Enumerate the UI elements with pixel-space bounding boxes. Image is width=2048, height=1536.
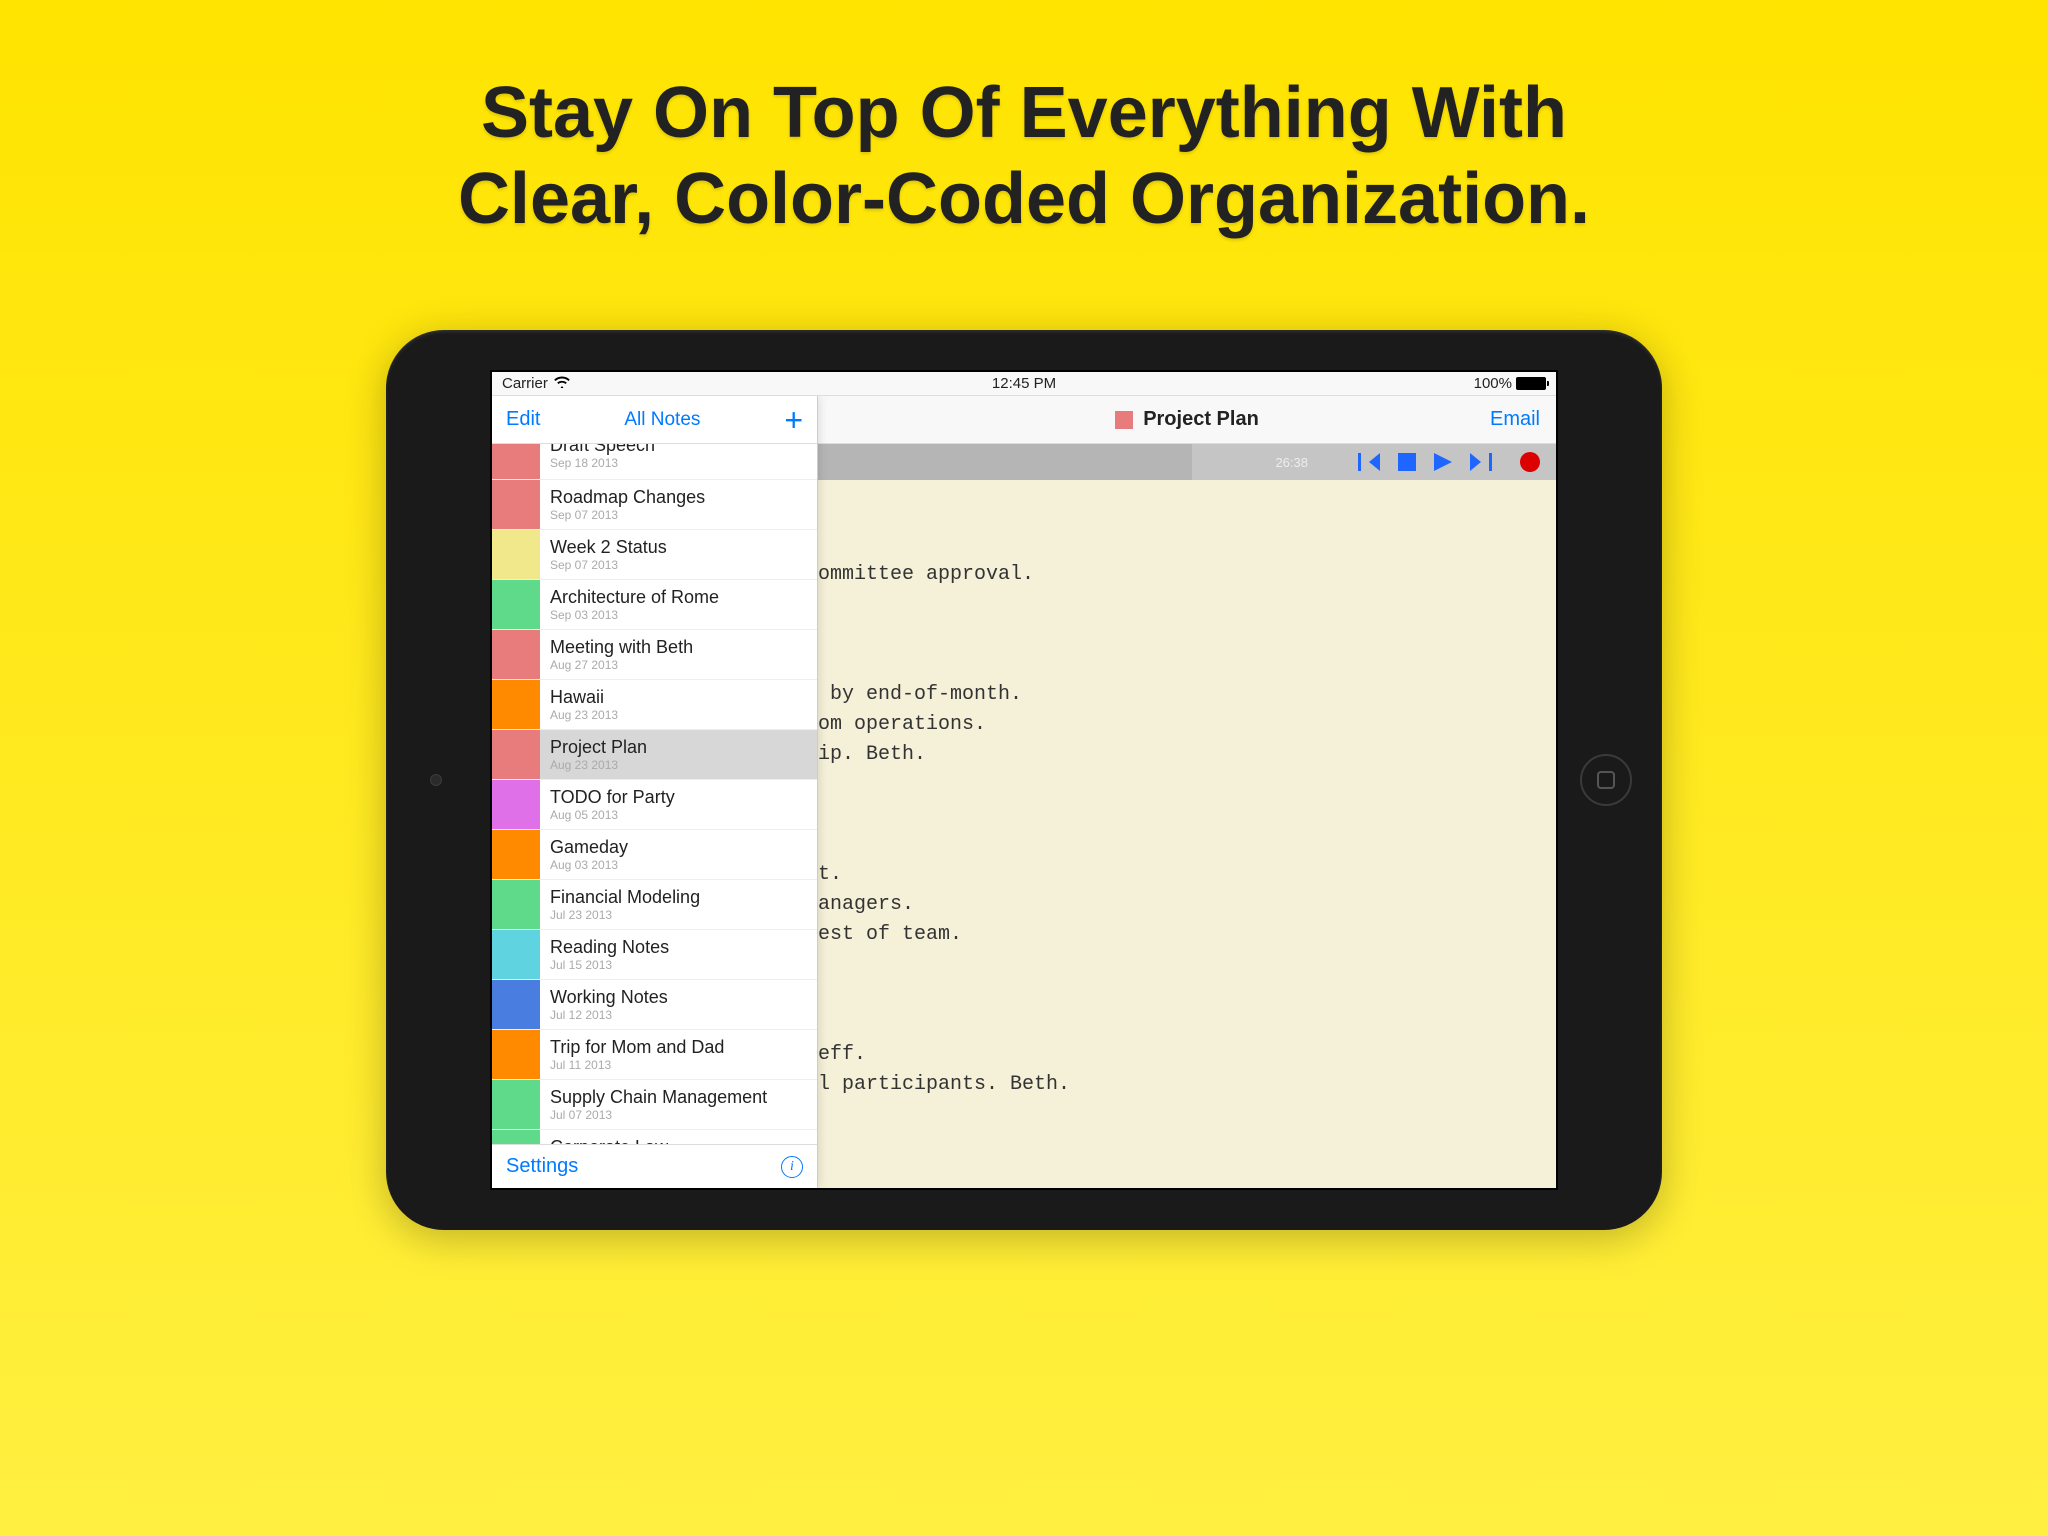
list-item-title: Draft Speech	[550, 444, 655, 456]
color-chip	[492, 630, 540, 679]
note-body[interactable]: ommittee approval. by end-of-month. om o…	[818, 480, 1556, 1188]
list-item-date: Aug 05 2013	[550, 808, 675, 822]
list-item-date: Sep 07 2013	[550, 508, 705, 522]
list-item-date: Jul 07 2013	[550, 1108, 767, 1122]
playback-bar: 26:38	[818, 444, 1556, 480]
list-item-title: Reading Notes	[550, 937, 669, 958]
home-button-icon	[1597, 771, 1615, 789]
list-item[interactable]: Architecture of RomeSep 03 2013	[492, 580, 817, 630]
list-item[interactable]: Project PlanAug 23 2013	[492, 730, 817, 780]
color-chip	[492, 680, 540, 729]
list-item-title: Working Notes	[550, 987, 668, 1008]
email-button[interactable]: Email	[1490, 408, 1540, 431]
content-pane: Project Plan Email 26:38	[818, 396, 1556, 1188]
list-item-title: Gameday	[550, 837, 628, 858]
list-item-date: Aug 27 2013	[550, 658, 693, 672]
list-item[interactable]: Meeting with BethAug 27 2013	[492, 630, 817, 680]
battery-icon	[1516, 377, 1546, 390]
list-item-title: Architecture of Rome	[550, 587, 719, 608]
list-item[interactable]: Financial ModelingJul 23 2013	[492, 880, 817, 930]
list-item-title: Roadmap Changes	[550, 487, 705, 508]
color-chip	[492, 1080, 540, 1129]
list-item[interactable]: GamedayAug 03 2013	[492, 830, 817, 880]
color-chip	[492, 830, 540, 879]
list-item-title: Corporate Law	[550, 1137, 668, 1144]
sidebar-footer: Settings i	[492, 1144, 817, 1188]
list-item[interactable]: Working NotesJul 12 2013	[492, 980, 817, 1030]
color-chip	[492, 444, 540, 479]
list-item-title: Financial Modeling	[550, 887, 700, 908]
status-bar: Carrier 12:45 PM 100%	[492, 372, 1556, 396]
sidebar-header: Edit All Notes +	[492, 396, 817, 444]
list-item[interactable]: Roadmap ChangesSep 07 2013	[492, 480, 817, 530]
sidebar: Edit All Notes + Draft SpeechSep 18 2013…	[492, 396, 818, 1188]
list-item[interactable]: TODO for PartyAug 05 2013	[492, 780, 817, 830]
skip-back-button[interactable]	[1358, 453, 1380, 471]
color-chip	[492, 1030, 540, 1079]
list-item-date: Jul 11 2013	[550, 1058, 724, 1072]
color-chip	[492, 780, 540, 829]
clock: 12:45 PM	[502, 375, 1546, 392]
wifi-icon	[554, 375, 570, 392]
info-icon[interactable]: i	[781, 1156, 803, 1178]
list-item-title: Week 2 Status	[550, 537, 667, 558]
list-item-title: TODO for Party	[550, 787, 675, 808]
list-item-title: Supply Chain Management	[550, 1087, 767, 1108]
list-item-title: Hawaii	[550, 687, 618, 708]
home-button[interactable]	[1580, 754, 1632, 806]
playback-progress[interactable]	[818, 444, 1316, 480]
color-chip	[492, 1130, 540, 1144]
color-chip	[492, 930, 540, 979]
list-item-date: Aug 03 2013	[550, 858, 628, 872]
playback-time: 26:38	[1275, 455, 1308, 470]
list-item[interactable]: Corporate LawJul 04 2013	[492, 1130, 817, 1144]
list-item[interactable]: Draft SpeechSep 18 2013	[492, 444, 817, 480]
note-list[interactable]: Draft SpeechSep 18 2013Roadmap ChangesSe…	[492, 444, 817, 1144]
screen: Carrier 12:45 PM 100% Edit All Notes + D…	[490, 370, 1558, 1190]
color-chip	[492, 880, 540, 929]
carrier-label: Carrier	[502, 375, 548, 392]
list-item-title: Trip for Mom and Dad	[550, 1037, 724, 1058]
list-item-date: Jul 23 2013	[550, 908, 700, 922]
settings-button[interactable]: Settings	[506, 1155, 578, 1178]
skip-forward-button[interactable]	[1470, 453, 1492, 471]
sidebar-title[interactable]: All Notes	[624, 409, 700, 431]
note-title: Project Plan	[1143, 408, 1259, 431]
list-item-date: Aug 23 2013	[550, 708, 618, 722]
list-item-date: Sep 07 2013	[550, 558, 667, 572]
list-item-title: Meeting with Beth	[550, 637, 693, 658]
ipad-frame: Carrier 12:45 PM 100% Edit All Notes + D…	[386, 330, 1662, 1230]
list-item[interactable]: Week 2 StatusSep 07 2013	[492, 530, 817, 580]
list-item[interactable]: Supply Chain ManagementJul 07 2013	[492, 1080, 817, 1130]
color-chip	[492, 730, 540, 779]
list-item-date: Jul 15 2013	[550, 958, 669, 972]
color-chip	[492, 530, 540, 579]
list-item[interactable]: HawaiiAug 23 2013	[492, 680, 817, 730]
play-button[interactable]	[1434, 453, 1452, 471]
list-item-date: Aug 23 2013	[550, 758, 647, 772]
edit-button[interactable]: Edit	[506, 408, 540, 431]
list-item[interactable]: Trip for Mom and DadJul 11 2013	[492, 1030, 817, 1080]
color-chip	[492, 980, 540, 1029]
content-header: Project Plan Email	[818, 396, 1556, 444]
color-chip	[492, 580, 540, 629]
camera	[430, 774, 442, 786]
stop-button[interactable]	[1398, 453, 1416, 471]
list-item[interactable]: Reading NotesJul 15 2013	[492, 930, 817, 980]
list-item-date: Sep 03 2013	[550, 608, 719, 622]
note-color-chip	[1115, 411, 1133, 429]
color-chip	[492, 480, 540, 529]
list-item-date: Jul 12 2013	[550, 1008, 668, 1022]
record-button[interactable]	[1510, 452, 1540, 472]
list-item-date: Sep 18 2013	[550, 456, 655, 470]
list-item-title: Project Plan	[550, 737, 647, 758]
battery-label: 100%	[1474, 375, 1512, 392]
add-note-button[interactable]: +	[784, 410, 803, 430]
promo-headline: Stay On Top Of Everything With Clear, Co…	[0, 0, 2048, 243]
